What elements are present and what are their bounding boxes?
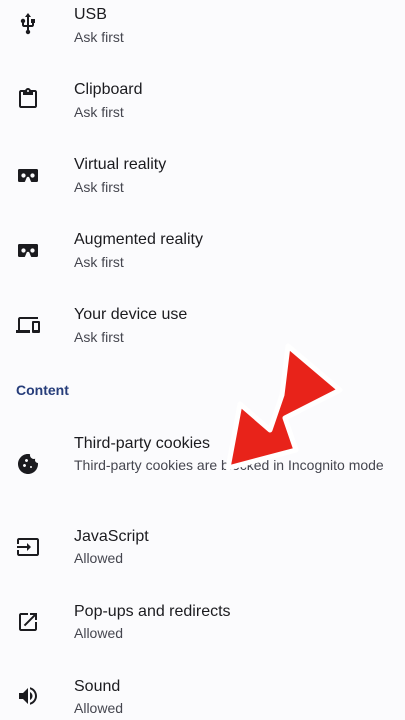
- usb-title: USB: [74, 6, 107, 23]
- augmented-reality-title: Augmented reality: [74, 231, 203, 248]
- augmented-reality-status: Ask first: [74, 254, 124, 270]
- clipboard-icon: [16, 87, 40, 111]
- cookie-icon: [16, 452, 40, 476]
- usb-icon: [16, 12, 40, 36]
- settings-item-augmented-reality[interactable]: Augmented reality Ask first: [0, 225, 405, 285]
- settings-item-clipboard[interactable]: Clipboard Ask first: [0, 75, 405, 135]
- settings-item-javascript[interactable]: JavaScript Allowed: [0, 522, 405, 582]
- device-use-title: Your device use: [74, 306, 188, 323]
- sound-icon: [16, 684, 40, 708]
- usb-status: Ask first: [74, 29, 124, 45]
- settings-item-popups-redirects[interactable]: Pop-ups and redirects Allowed: [0, 597, 405, 657]
- devices-icon: [16, 313, 40, 337]
- clipboard-title: Clipboard: [74, 81, 143, 98]
- sound-status: Allowed: [74, 700, 124, 716]
- settings-item-third-party-cookies[interactable]: Third-party cookies Third-party cookies …: [0, 428, 405, 498]
- javascript-title: JavaScript: [74, 528, 149, 545]
- popup-icon: [16, 610, 40, 634]
- popups-status: Allowed: [74, 625, 124, 641]
- settings-item-usb[interactable]: USB Ask first: [0, 0, 405, 60]
- ar-headset-icon: [16, 238, 40, 262]
- popups-title: Pop-ups and redirects: [74, 603, 231, 620]
- virtual-reality-title: Virtual reality: [74, 156, 167, 173]
- clipboard-status: Ask first: [74, 104, 124, 120]
- vr-headset-icon: [16, 163, 40, 187]
- javascript-icon: [16, 535, 40, 559]
- third-party-cookies-status: Third-party cookies are blocked in Incog…: [74, 457, 384, 473]
- third-party-cookies-title: Third-party cookies: [74, 435, 211, 452]
- device-use-status: Ask first: [74, 329, 124, 345]
- sound-title: Sound: [74, 678, 121, 695]
- javascript-status: Allowed: [74, 550, 124, 566]
- settings-item-sound[interactable]: Sound Allowed: [0, 672, 405, 720]
- settings-item-virtual-reality[interactable]: Virtual reality Ask first: [0, 150, 405, 210]
- settings-item-device-use[interactable]: Your device use Ask first: [0, 300, 405, 360]
- site-settings-screen: USB Ask first Clipboard Ask first Virtua…: [0, 0, 405, 720]
- content-section-header: Content: [16, 382, 69, 398]
- virtual-reality-status: Ask first: [74, 179, 124, 195]
